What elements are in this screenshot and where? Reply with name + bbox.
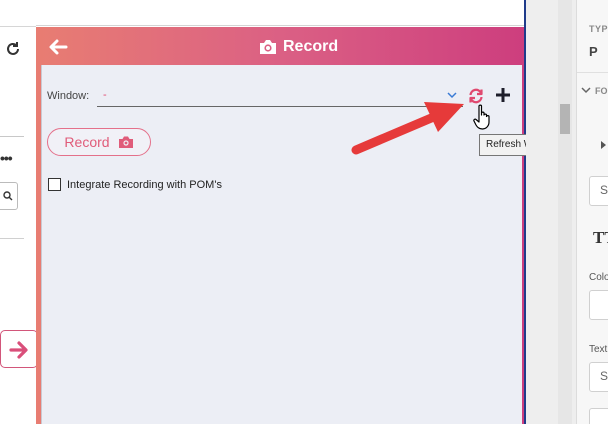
toolbar-divider — [0, 26, 36, 27]
properties-panel: TYP P FO S TT Colo Text S — [576, 0, 608, 424]
window-select-value: - — [103, 89, 107, 101]
add-window-button[interactable] — [494, 86, 512, 104]
text-select-value: S — [600, 369, 608, 383]
text-label: Text — [589, 344, 608, 355]
arrow-right-icon — [9, 341, 28, 359]
type-heading: TYP — [589, 24, 608, 34]
text-style-icon: TT — [593, 228, 608, 247]
scrollbar[interactable] — [558, 0, 572, 424]
refresh-icon[interactable] — [4, 40, 22, 58]
extra-field[interactable] — [589, 408, 608, 424]
integrate-pom-checkbox[interactable] — [48, 178, 61, 191]
color-field[interactable] — [589, 290, 608, 320]
color-label: Colo — [589, 272, 608, 283]
style-select-value: S — [600, 183, 608, 197]
scrollbar-thumb[interactable] — [560, 104, 570, 134]
integrate-pom-label: Integrate Recording with POM's — [67, 178, 222, 191]
record-button[interactable]: Record — [47, 128, 151, 156]
arrow-left-icon[interactable] — [48, 37, 68, 57]
next-button[interactable] — [0, 330, 38, 368]
font-heading: FO — [595, 86, 608, 96]
section-divider — [577, 72, 608, 73]
type-value: P — [589, 44, 598, 59]
section-divider — [0, 136, 24, 137]
record-button-label: Record — [64, 134, 110, 150]
section-divider — [0, 238, 24, 239]
camera-icon — [118, 136, 133, 148]
panel-header: Record — [36, 27, 524, 65]
refresh-windows-button[interactable] — [467, 87, 485, 105]
integrate-pom-row[interactable]: Integrate Recording with POM's — [48, 178, 222, 191]
header-title: Record — [283, 38, 339, 55]
caret-right-icon — [601, 141, 606, 149]
page-title: Record — [258, 36, 338, 58]
annotation-arrow-icon — [351, 102, 464, 155]
more-options-icon[interactable]: ••• — [0, 150, 13, 166]
camera-icon — [260, 40, 276, 54]
window-label: Window: — [47, 90, 90, 102]
record-panel: Record Window: - Record Integrate Record… — [36, 27, 524, 424]
search-icon — [3, 191, 13, 201]
chevron-down-icon[interactable] — [581, 86, 591, 94]
hand-pointer-icon — [473, 104, 490, 130]
background-app-left: ••• — [0, 0, 38, 424]
search-button[interactable] — [0, 182, 18, 210]
top-strip — [36, 0, 526, 26]
